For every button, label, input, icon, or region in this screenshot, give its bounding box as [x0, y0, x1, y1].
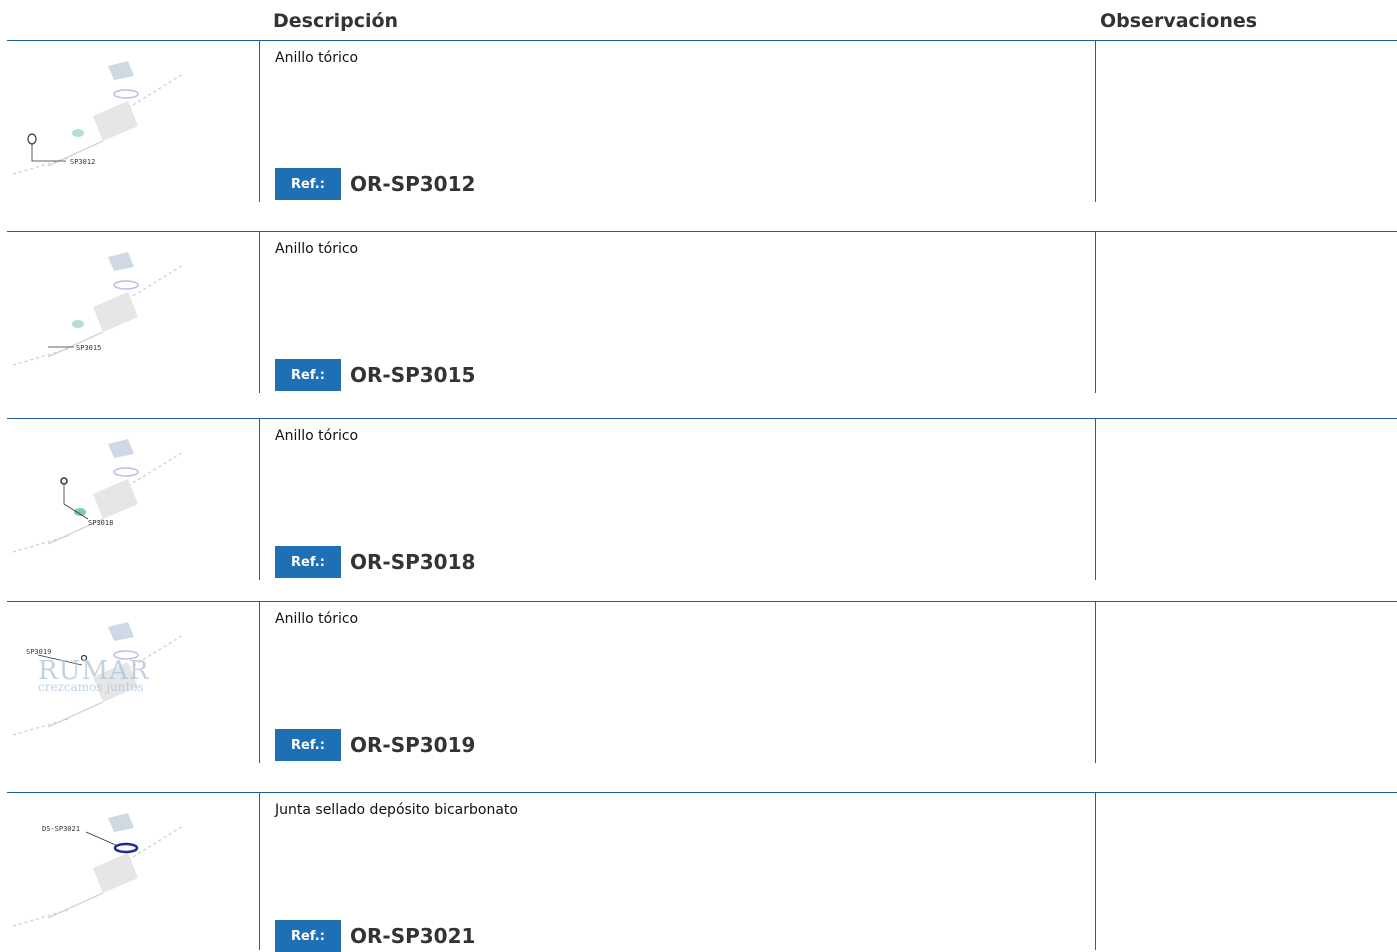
row-divider	[7, 601, 1397, 602]
part-diagram: SP3018	[12, 439, 184, 553]
part-label: SP3015	[76, 344, 101, 352]
row-divider	[7, 40, 1397, 41]
part-label: SP3018	[88, 519, 113, 527]
table-row: SP3015 Anillo tórico Ref.: OR-SP3015	[0, 231, 1397, 393]
row-description: Anillo tórico	[275, 428, 359, 444]
row-description: Junta sellado depósito bicarbonato	[275, 802, 518, 818]
row-description: Anillo tórico	[275, 241, 359, 257]
ref-badge: Ref.:	[275, 729, 341, 761]
ref-block: Ref.: OR-SP3019	[275, 729, 475, 761]
part-diagram: SP3015	[12, 252, 184, 366]
part-diagram: SP3012	[12, 61, 184, 175]
ref-badge: Ref.:	[275, 359, 341, 391]
row-description: Anillo tórico	[275, 50, 359, 66]
part-label: SP3019	[26, 648, 51, 656]
part-diagram: DS-SP3021	[12, 813, 184, 927]
column-divider	[1095, 792, 1096, 950]
column-divider	[1095, 418, 1096, 580]
row-divider	[7, 792, 1397, 793]
ref-code: OR-SP3018	[350, 550, 476, 574]
ref-badge: Ref.:	[275, 920, 341, 952]
ref-block: Ref.: OR-SP3021	[275, 920, 475, 952]
column-divider	[1095, 601, 1096, 763]
column-header-description: Descripción	[273, 10, 399, 32]
column-divider	[259, 601, 260, 763]
row-divider	[7, 231, 1397, 232]
ref-code: OR-SP3019	[350, 733, 476, 757]
column-divider	[1095, 231, 1096, 393]
column-divider	[259, 792, 260, 950]
table-row: SP3019 Anillo tórico Ref.: OR-SP3019	[0, 601, 1397, 763]
column-divider	[259, 231, 260, 393]
table-row: SP3012 Anillo tórico Ref.: OR-SP3012	[0, 40, 1397, 202]
ref-block: Ref.: OR-SP3012	[275, 168, 475, 200]
part-diagram: SP3019	[12, 622, 184, 736]
ref-badge: Ref.:	[275, 546, 341, 578]
table-row: SP3018 Anillo tórico Ref.: OR-SP3018	[0, 418, 1397, 580]
ref-badge: Ref.:	[275, 168, 341, 200]
part-label: SP3012	[70, 158, 95, 166]
part-label: DS-SP3021	[42, 825, 80, 833]
column-header-observations: Observaciones	[1100, 10, 1258, 32]
row-divider	[7, 418, 1397, 419]
row-description: Anillo tórico	[275, 611, 359, 627]
column-divider	[259, 40, 260, 202]
ref-block: Ref.: OR-SP3015	[275, 359, 475, 391]
ref-block: Ref.: OR-SP3018	[275, 546, 475, 578]
ref-code: OR-SP3015	[350, 363, 476, 387]
ref-code: OR-SP3021	[350, 924, 476, 948]
column-divider	[1095, 40, 1096, 202]
table-row: DS-SP3021 Junta sellado depósito bicarbo…	[0, 792, 1397, 952]
column-divider	[259, 418, 260, 580]
ref-code: OR-SP3012	[350, 172, 476, 196]
